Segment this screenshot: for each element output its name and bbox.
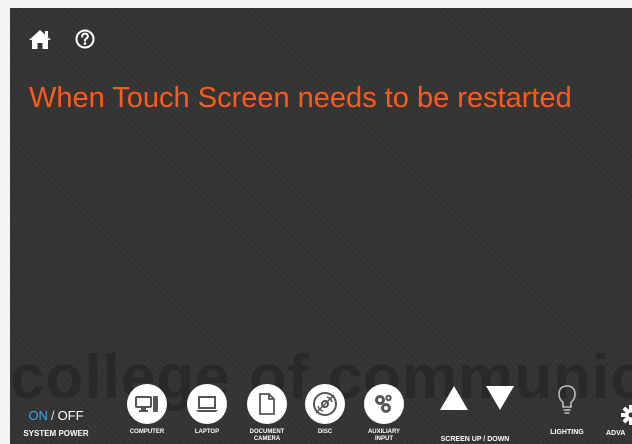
source-document-camera-button[interactable]: DOCUMENT CAMERA	[237, 384, 297, 443]
power-off-option[interactable]: OFF	[58, 408, 84, 423]
gear-icon	[621, 405, 632, 425]
auxiliary-input-icon	[375, 394, 392, 413]
source-computer-button[interactable]: COMPUTER	[117, 384, 177, 436]
document-camera-icon	[259, 393, 275, 415]
touch-panel: When Touch Screen needs to be restarted …	[10, 8, 632, 444]
laptop-icon	[196, 396, 218, 412]
power-toggle[interactable]: ON / OFF	[10, 408, 102, 424]
source-label: LAPTOP	[194, 429, 220, 435]
source-label: COMPUTER	[129, 429, 165, 435]
control-bar: ON / OFF SYSTEM POWER COMPUTER LAPTOP DO…	[10, 378, 632, 444]
source-auxiliary-input-button[interactable]: AUXILIARY INPUT	[354, 384, 414, 443]
system-power-label: SYSTEM POWER	[23, 429, 89, 438]
screen-up-arrow-icon[interactable]	[438, 384, 470, 412]
source-label: DISC	[317, 429, 333, 435]
advanced-label: ADVA	[606, 430, 626, 437]
disc-icon	[313, 392, 337, 416]
lighting-label: LIGHTING	[550, 429, 584, 436]
power-on-option[interactable]: ON	[28, 408, 48, 423]
power-separator: /	[50, 408, 55, 423]
home-icon[interactable]	[28, 28, 52, 50]
source-label: AUXILIARY INPUT	[367, 429, 401, 442]
screen-down-arrow-icon[interactable]	[484, 384, 516, 412]
source-disc-button[interactable]: DISC	[295, 384, 355, 436]
top-toolbar	[28, 26, 96, 52]
screen-up-down-label: SCREEN UP / DOWN	[440, 436, 510, 443]
system-power: ON / OFF SYSTEM POWER	[10, 408, 102, 438]
computer-icon	[135, 396, 158, 412]
source-laptop-button[interactable]: LAPTOP	[177, 384, 237, 436]
source-label: DOCUMENT CAMERA	[249, 429, 285, 442]
help-icon[interactable]	[74, 28, 96, 50]
lighting-button[interactable]: LIGHTING	[537, 384, 597, 436]
page-heading: When Touch Screen needs to be restarted	[29, 82, 572, 114]
lightbulb-icon	[558, 385, 576, 414]
